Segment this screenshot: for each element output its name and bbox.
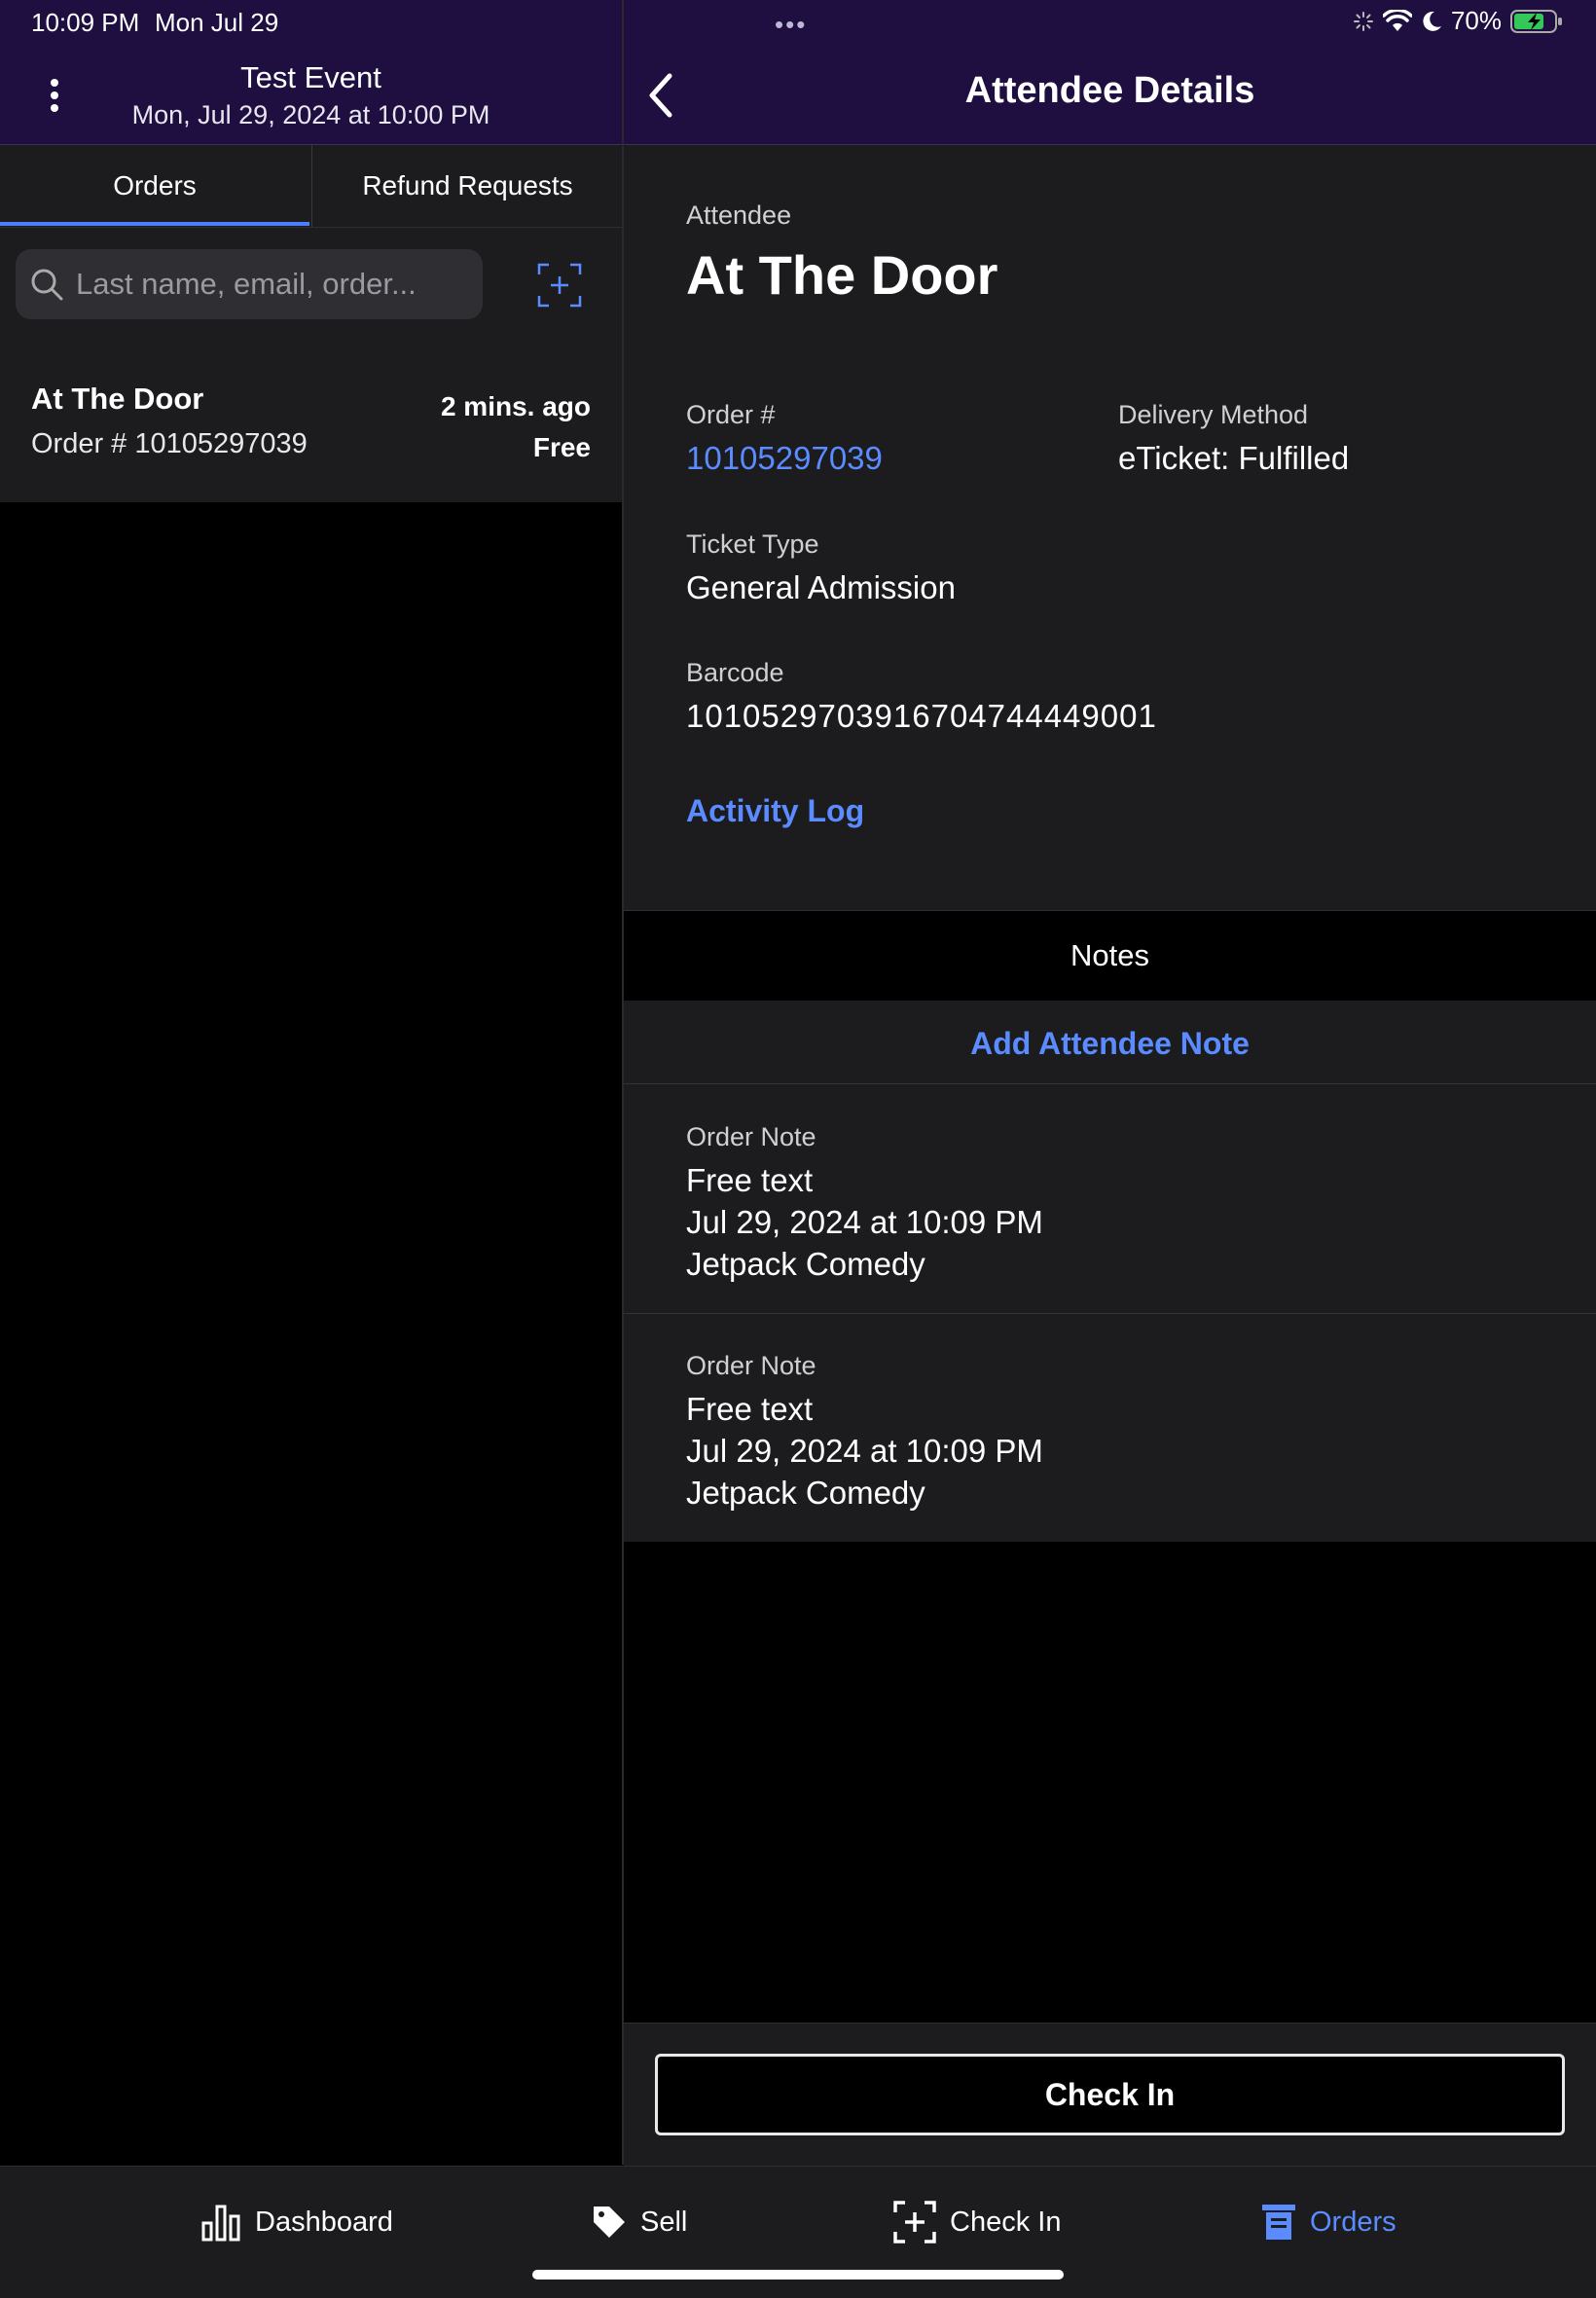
activity-log-link[interactable]: Activity Log xyxy=(686,793,864,829)
order-number-label: Order # xyxy=(686,400,776,429)
moon-icon xyxy=(1423,11,1441,31)
status-indicators: 70% xyxy=(1353,6,1563,36)
scan-plus-icon xyxy=(893,2201,936,2243)
wifi-icon xyxy=(1382,9,1412,31)
event-date: Mon, Jul 29, 2024 at 10:00 PM xyxy=(131,100,490,129)
status-time: 10:09 PM xyxy=(31,8,140,37)
order-time: 2 mins. ago xyxy=(440,391,591,421)
order-number-link[interactable]: 10105297039 xyxy=(686,440,883,477)
order-attendee-name: At The Door xyxy=(31,382,204,416)
orders-tabs: Orders Refund Requests xyxy=(0,145,622,228)
split-divider xyxy=(622,0,624,2165)
status-date: Mon Jul 29 xyxy=(155,8,279,37)
page-title: Attendee Details xyxy=(964,70,1255,111)
note-author: Jetpack Comedy xyxy=(686,1246,925,1282)
tabbar-check-in-label: Check In xyxy=(950,2206,1062,2238)
tabbar-dashboard[interactable]: Dashboard xyxy=(200,2198,393,2246)
tab-refund-requests[interactable]: Refund Requests xyxy=(311,145,623,227)
tabbar-sell-label: Sell xyxy=(640,2206,688,2238)
notes-header: Notes xyxy=(624,910,1596,1002)
note-date: Jul 29, 2024 at 10:09 PM xyxy=(686,1433,1043,1469)
order-price: Free xyxy=(532,432,591,462)
bar-chart-icon xyxy=(201,2205,240,2242)
event-title: Test Event xyxy=(240,60,381,94)
scan-barcode-icon[interactable] xyxy=(537,263,582,308)
tabbar-sell[interactable]: Sell xyxy=(592,2198,687,2246)
check-in-button[interactable]: Check In xyxy=(655,2054,1565,2135)
home-indicator xyxy=(532,2270,1064,2280)
note-divider xyxy=(624,1313,1596,1314)
tabbar-orders-label: Orders xyxy=(1310,2206,1396,2238)
order-number: Order # 10105297039 xyxy=(31,428,308,459)
note-text: Free text xyxy=(686,1162,814,1198)
battery-icon xyxy=(1510,9,1562,33)
note-label: Order Note xyxy=(686,1122,816,1151)
add-attendee-note-button[interactable]: Add Attendee Note xyxy=(624,1026,1596,1062)
attendee-label: Attendee xyxy=(686,201,792,230)
note-label: Order Note xyxy=(686,1351,816,1380)
tab-orders[interactable]: Orders xyxy=(0,145,309,227)
status-bar: 10:09 PM Mon Jul 29 ••• 70% xyxy=(0,0,1596,47)
battery-percent: 70% xyxy=(1450,6,1502,35)
multitask-dots[interactable]: ••• xyxy=(775,10,807,40)
tag-icon xyxy=(594,2207,625,2238)
tabbar-dashboard-label: Dashboard xyxy=(255,2206,393,2238)
barcode-label: Barcode xyxy=(686,658,784,687)
search-icon xyxy=(31,269,63,301)
barcode-value: 1010529703916704744449001 xyxy=(686,698,1157,734)
note-divider xyxy=(624,1083,1596,1084)
tabbar-check-in[interactable]: Check In xyxy=(893,2198,1061,2246)
note-author: Jetpack Comedy xyxy=(686,1475,925,1511)
orders-icon xyxy=(1262,2205,1295,2240)
attendee-name: At The Door xyxy=(686,244,998,306)
ticket-type-value: General Admission xyxy=(686,569,956,605)
delivery-method-label: Delivery Method xyxy=(1118,400,1309,429)
note-date: Jul 29, 2024 at 10:09 PM xyxy=(686,1204,1043,1240)
activity-icon xyxy=(1353,11,1373,31)
tab-selected-indicator xyxy=(0,222,309,226)
note-text: Free text xyxy=(686,1391,814,1427)
tabbar-orders[interactable]: Orders xyxy=(1261,2198,1396,2246)
delivery-method-value: eTicket: Fulfilled xyxy=(1118,440,1350,476)
ticket-type-label: Ticket Type xyxy=(686,529,819,559)
search-input[interactable]: Last name, email, order... xyxy=(76,267,417,302)
